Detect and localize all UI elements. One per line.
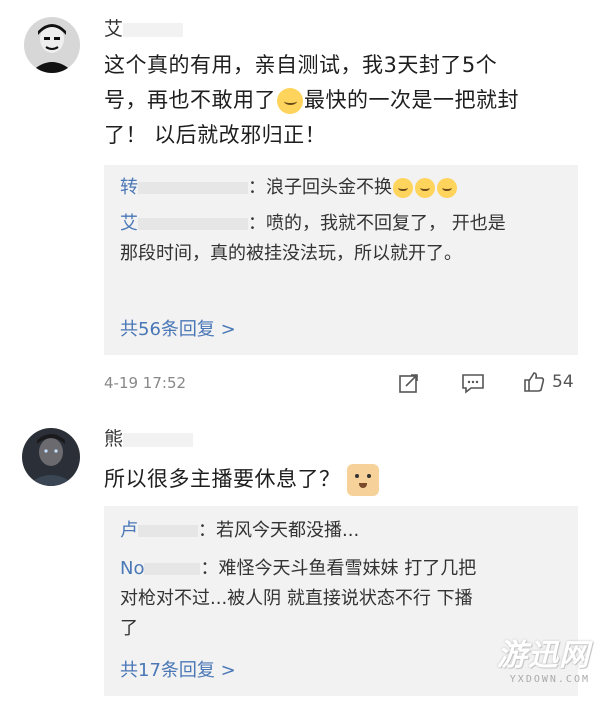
like-count: 54	[552, 372, 574, 392]
view-all-replies-link[interactable]: 共17条回复 >	[120, 656, 236, 682]
reply-item[interactable]: No ：难怪今天斗鱼看雪妹妹 打了几把 对枪对不过...被人阴 就直接说状态不行 …	[120, 554, 560, 644]
share-button[interactable]	[398, 372, 420, 394]
reply-item[interactable]: 卢：若风今天都没播...	[120, 516, 560, 546]
username[interactable]: 艾	[104, 14, 184, 41]
comment-card-1: 艾 这个真的有用，亲自测试，我3天封了5个 号，再也不敢用了 最快的一次是一把就封…	[0, 0, 600, 410]
watermark-logo: 游迅网 YXDOWN.COM	[497, 638, 590, 685]
username[interactable]: 熊	[104, 424, 194, 451]
avatar[interactable]	[22, 428, 80, 486]
comment-icon	[462, 374, 484, 394]
comment-text: 所以很多主播要休息了？	[104, 462, 574, 497]
laugh-cry-emoji-icon	[437, 178, 457, 198]
like-button[interactable]: 54	[522, 370, 574, 394]
doge-emoji-icon	[346, 464, 379, 496]
reply-username[interactable]: 转	[120, 177, 248, 198]
redacted-name	[123, 22, 184, 37]
comment-button[interactable]	[461, 372, 485, 394]
laugh-cry-emoji-icon	[277, 88, 303, 114]
laugh-cry-emoji-icon	[393, 178, 413, 198]
thumbs-up-icon	[524, 372, 545, 392]
share-icon	[399, 374, 418, 393]
laugh-cry-emoji-icon	[415, 178, 435, 198]
reply-item[interactable]: 艾：喷的，我就不回复了， 开也是 那段时间，真的被挂没法玩，所以就开了。	[120, 209, 560, 269]
view-all-replies-link[interactable]: 共56条回复 >	[120, 315, 236, 341]
comment-text: 这个真的有用，亲自测试，我3天封了5个 号，再也不敢用了 最快的一次是一把就封 了…	[104, 53, 519, 147]
reply-box: 转：浪子回头金不换 艾：喷的，我就不回复了， 开也是 那段时间，真的被挂没法玩，…	[104, 165, 578, 355]
reply-username[interactable]: 卢	[120, 520, 198, 541]
redacted-name	[123, 432, 194, 447]
avatar[interactable]	[24, 17, 80, 73]
timestamp: 4-19 17:52	[104, 374, 187, 392]
reply-item[interactable]: 转：浪子回头金不换	[120, 173, 560, 203]
reply-username[interactable]: No	[120, 558, 201, 579]
reply-username[interactable]: 艾	[120, 213, 248, 234]
